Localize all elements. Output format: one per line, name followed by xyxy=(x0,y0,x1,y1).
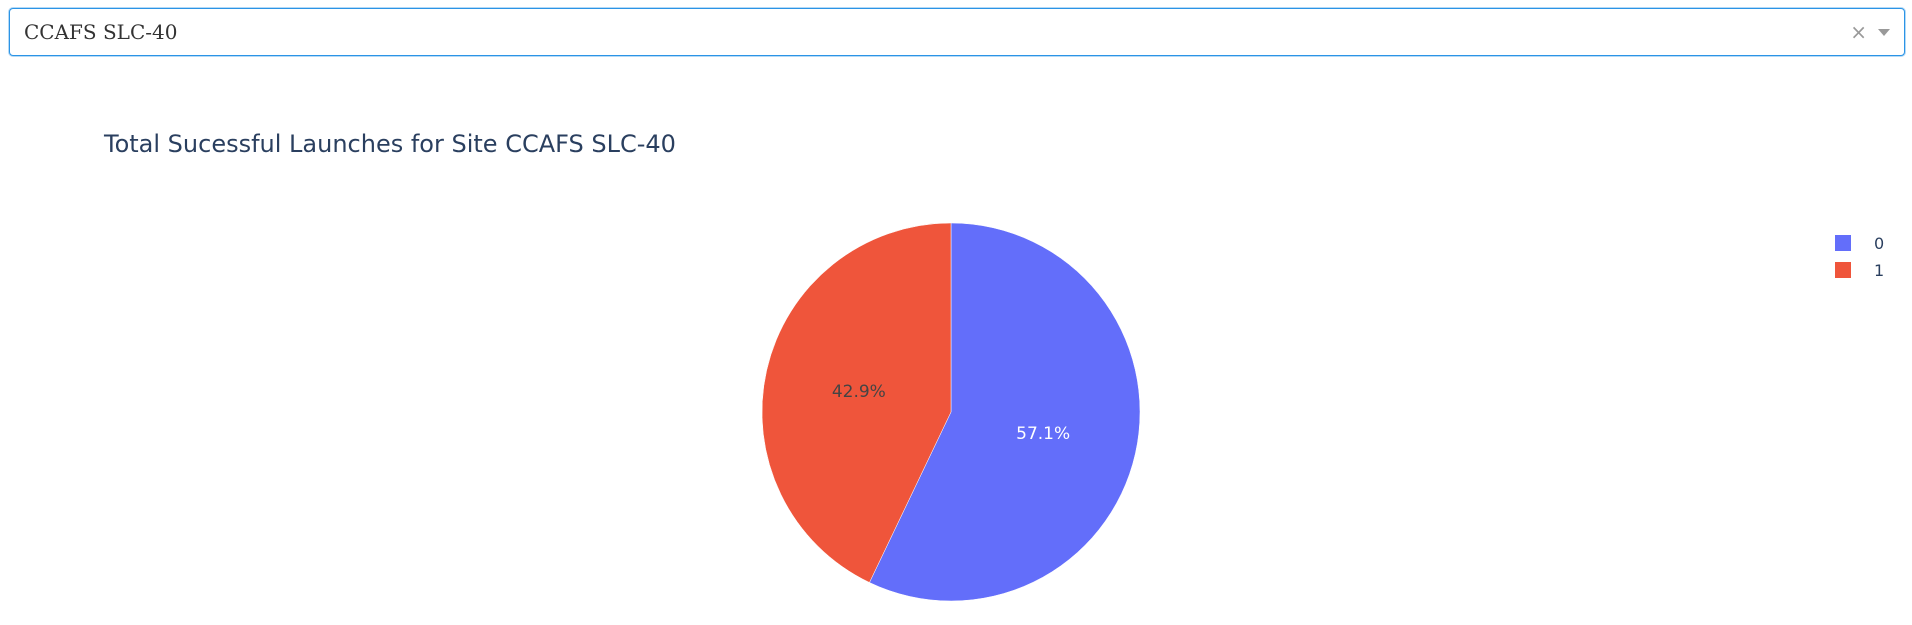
legend-label-0: 0 xyxy=(1874,234,1884,253)
pie-slice-label-0: 57.1% xyxy=(1016,424,1070,444)
chart-title: Total Sucessful Launches for Site CCAFS … xyxy=(103,130,676,158)
dropdown-selected-value: CCAFS SLC-40 xyxy=(24,20,178,44)
legend-label-1: 1 xyxy=(1874,261,1884,280)
launch-site-dropdown[interactable]: CCAFS SLC-40 × xyxy=(9,8,1905,56)
pie-slice-label-1: 42.9% xyxy=(832,382,886,402)
legend: 01 xyxy=(1835,234,1884,280)
legend-swatch-0 xyxy=(1835,235,1851,251)
success-pie-chart: Total Sucessful Launches for Site CCAFS … xyxy=(103,130,1884,602)
pie-slices: 57.1% 42.9% xyxy=(761,222,1141,602)
legend-swatch-1 xyxy=(1835,262,1851,278)
clear-icon[interactable]: × xyxy=(1850,9,1867,55)
legend-item-1[interactable]: 1 xyxy=(1835,261,1884,280)
legend-item-0[interactable]: 0 xyxy=(1835,234,1884,253)
chevron-down-icon[interactable] xyxy=(1874,9,1894,55)
